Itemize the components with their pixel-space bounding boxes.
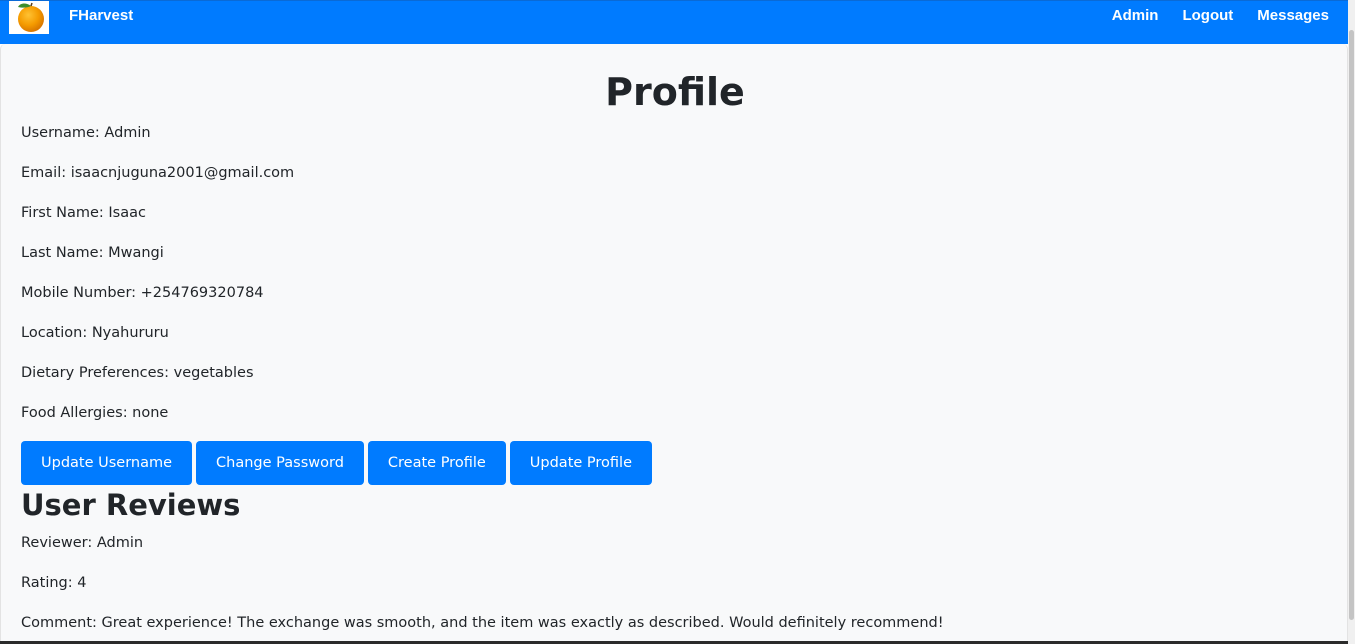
- review-reviewer: Reviewer: Admin: [21, 535, 144, 551]
- profile-location: Location: Nyahururu: [21, 325, 169, 341]
- profile-first-name: First Name: Isaac: [21, 205, 146, 221]
- scrollbar-thumb[interactable]: [1349, 30, 1354, 620]
- nav-links: Admin Logout Messages: [1112, 7, 1329, 24]
- orange-fruit-icon[interactable]: [9, 1, 49, 34]
- change-password-button[interactable]: Change Password: [196, 441, 364, 485]
- nav-logout-link[interactable]: Logout: [1182, 7, 1233, 24]
- profile-dietary-preferences: Dietary Preferences: vegetables: [21, 365, 254, 381]
- page-title: Profile: [605, 70, 745, 114]
- nav-messages-link[interactable]: Messages: [1257, 7, 1329, 24]
- update-profile-button[interactable]: Update Profile: [509, 441, 652, 485]
- user-reviews-heading: User Reviews: [21, 488, 241, 522]
- profile-username: Username: Admin: [21, 125, 151, 141]
- top-navbar: FHarvest Admin Logout Messages: [0, 0, 1348, 44]
- vertical-scrollbar[interactable]: [1348, 0, 1355, 644]
- create-profile-button[interactable]: Create Profile: [367, 441, 506, 485]
- brand-link[interactable]: FHarvest: [69, 7, 133, 24]
- review-rating: Rating: 4: [21, 575, 87, 591]
- nav-admin-link[interactable]: Admin: [1112, 7, 1159, 24]
- profile-container: Profile Username: Admin Email: isaacnjug…: [0, 44, 1348, 644]
- review-comment: Comment: Great experience! The exchange …: [21, 615, 944, 631]
- profile-food-allergies: Food Allergies: none: [21, 405, 169, 421]
- profile-email: Email: isaacnjuguna2001@gmail.com: [21, 165, 295, 181]
- profile-actions: Update Username Change Password Create P…: [21, 441, 652, 485]
- update-username-button[interactable]: Update Username: [21, 441, 193, 485]
- profile-mobile-number: Mobile Number: +254769320784: [21, 285, 264, 301]
- profile-last-name: Last Name: Mwangi: [21, 245, 164, 261]
